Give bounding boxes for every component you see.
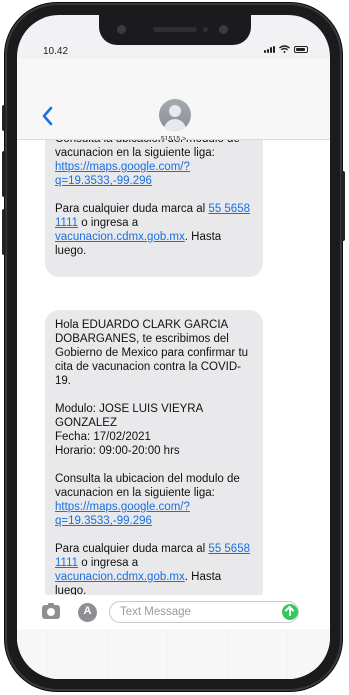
wifi-icon: [279, 45, 290, 53]
volume-up-button: [2, 151, 6, 197]
message-bubble[interactable]: Hola EDUARDO CLARK GARCIA DOBARGANES, te…: [45, 310, 263, 595]
message-list[interactable]: Consulta la ubicacion del modulo de vacu…: [17, 140, 330, 595]
message-paragraph: Para cualquier duda marca al 55 5658 111…: [55, 542, 253, 595]
avatar-head: [169, 105, 181, 117]
message-input[interactable]: Text Message: [109, 601, 299, 623]
conversation-header: 51515 >: [17, 59, 330, 143]
camera-icon[interactable]: [42, 603, 60, 619]
speaker-grille: [153, 27, 197, 32]
camera-lens-icon: [117, 25, 126, 34]
chevron-left-icon[interactable]: [39, 105, 57, 127]
volume-down-button: [2, 209, 6, 255]
mute-switch: [2, 105, 6, 131]
message-text: Consulta la ubicacion del modulo de vacu…: [55, 473, 240, 499]
message-paragraph: Para cualquier duda marca al 55 5658 111…: [55, 202, 253, 258]
message-text: o ingresa a: [78, 557, 139, 569]
background-map: [17, 629, 330, 679]
website-link[interactable]: vacunacion.cdmx.gob.mx: [55, 571, 185, 583]
power-button: [341, 171, 345, 241]
notch: [99, 15, 251, 45]
status-time: 10.42: [43, 46, 69, 57]
message-text: Para cualquier duda marca al: [55, 543, 209, 555]
horario-text: Horario: 09:00-20:00 hrs: [55, 445, 180, 457]
camera-lens-icon: [219, 25, 228, 34]
map-link[interactable]: https://maps.google.com/?q=19.3533,-99.2…: [55, 161, 190, 187]
contact-avatar[interactable]: [159, 99, 191, 131]
fecha-text: Fecha: 17/02/2021: [55, 431, 151, 443]
message-text: o ingresa a: [78, 217, 139, 229]
map-link[interactable]: https://maps.google.com/?q=19.3533,-99.2…: [55, 501, 190, 527]
message-bubble[interactable]: Consulta la ubicacion del modulo de vacu…: [45, 140, 263, 277]
signal-icon: [264, 46, 275, 53]
greeting-text: Hola EDUARDO CLARK GARCIA DOBARGANES, te…: [55, 319, 249, 387]
status-icons: [264, 45, 308, 53]
modulo-text: Modulo: JOSE LUIS VIEYRA GONZALEZ: [55, 403, 203, 429]
message-paragraph: Consulta la ubicacion del modulo de vacu…: [55, 140, 253, 188]
website-link[interactable]: vacunacion.cdmx.gob.mx: [55, 231, 185, 243]
sensor-dot: [203, 27, 208, 32]
battery-icon: [294, 46, 308, 53]
message-text: Para cualquier duda marca al: [55, 203, 209, 215]
appointment-details: Modulo: JOSE LUIS VIEYRA GONZALEZ Fecha:…: [55, 402, 253, 458]
phone-frame: 10.42 51515 >: [2, 3, 345, 691]
message-text: Consulta la ubicacion del modulo de vacu…: [55, 140, 240, 159]
avatar-body: [164, 119, 186, 131]
message-input-bar: A Text Message: [17, 595, 330, 679]
screen: 10.42 51515 >: [17, 15, 330, 679]
app-store-icon[interactable]: A: [78, 603, 97, 622]
message-paragraph: Consulta la ubicacion del modulo de vacu…: [55, 472, 253, 528]
send-arrow-icon[interactable]: [282, 604, 298, 620]
